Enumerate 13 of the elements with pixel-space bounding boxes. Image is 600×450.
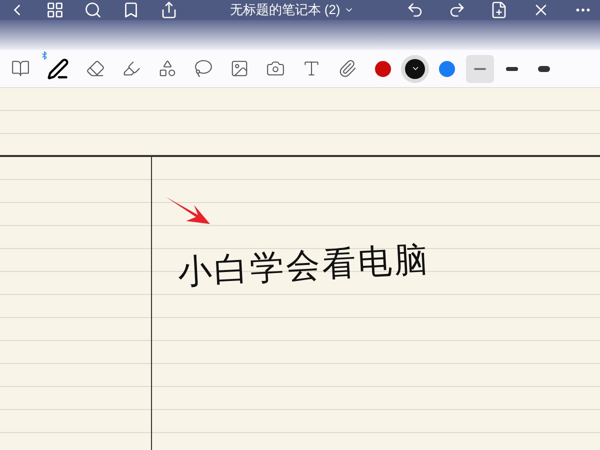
search-icon[interactable] — [84, 1, 102, 19]
handwritten-text: 小白学会看电脑 — [176, 239, 432, 294]
redo-icon[interactable] — [448, 1, 466, 19]
notebook-title[interactable]: 无标题的笔记本 (2) — [182, 0, 402, 20]
color-swatch[interactable] — [375, 60, 391, 76]
grid-icon[interactable] — [46, 1, 64, 19]
share-upload-icon[interactable] — [160, 1, 178, 19]
color-swatch[interactable] — [405, 58, 425, 78]
color-swatch[interactable] — [439, 60, 455, 76]
undo-icon[interactable] — [406, 1, 424, 19]
page-plus-icon[interactable] — [490, 1, 508, 19]
bookmark-icon[interactable] — [122, 1, 140, 19]
bluetooth-icon — [40, 50, 49, 60]
